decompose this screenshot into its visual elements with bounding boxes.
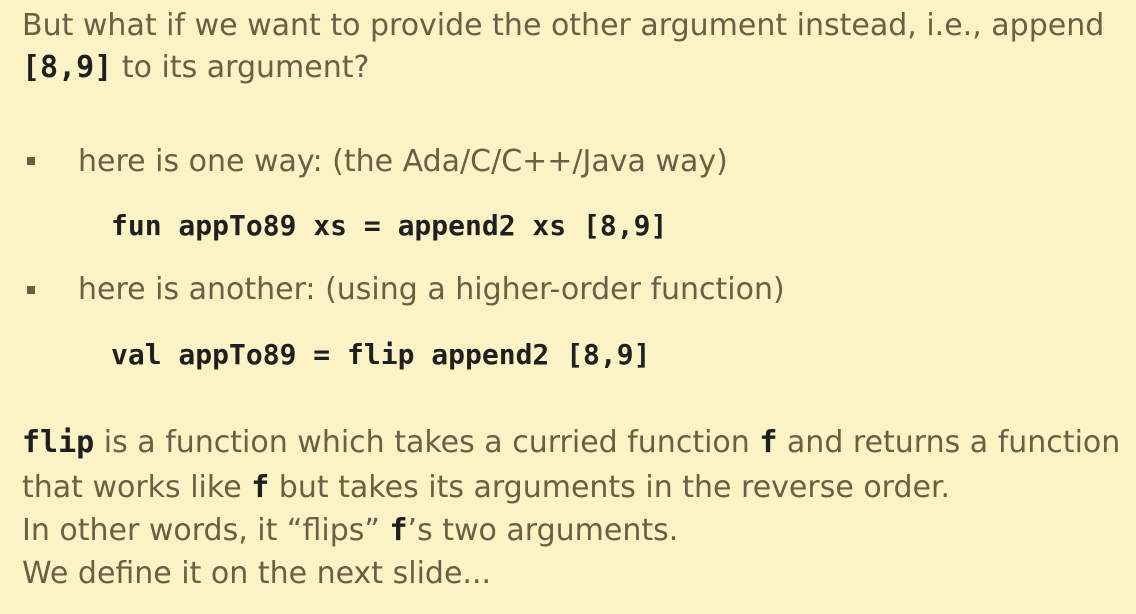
outro-line-2-text-a: that works like [22,470,252,505]
code-f: f [389,513,408,548]
outro-line-2: that works like f but takes its argument… [22,467,950,509]
code-f: f [759,425,778,460]
bullet-marker-1 [27,157,35,165]
outro-line-2-text-b: but takes its arguments in the reverse o… [269,470,951,505]
outro-line-1-text-b: and returns a function [777,425,1121,460]
intro-line-2-text: to its argument? [112,50,370,85]
bullet-text-1: here is one way: (the Ada/C/C++/Java way… [78,144,728,179]
outro-line-4: We define it on the next slide... [22,556,492,591]
code-example-1: fun appTo89 xs = append2 xs [8,9] [111,209,668,242]
outro-line-1-text-a: is a function which takes a curried func… [94,425,760,460]
outro-line-3: In other words, it “flips” f’s two argum… [22,510,678,552]
intro-line-1: But what if we want to provide the other… [22,8,1105,43]
outro-line-3-text-a: In other words, it “flips” [22,513,390,548]
code-example-2: val appTo89 = flip append2 [8,9] [111,338,651,371]
intro-line-2: [8,9] to its argument? [22,47,369,89]
code-literal-list: [8,9] [22,50,113,85]
bullet-marker-2 [27,286,35,294]
code-f: f [251,470,270,505]
bullet-text-2: here is another: (using a higher-order f… [78,272,785,307]
outro-line-3-text-b: ’s two arguments. [407,513,679,548]
code-flip: flip [22,425,95,460]
slide: But what if we want to provide the other… [0,0,1136,614]
outro-line-1: flip is a function which takes a curried… [22,422,1120,464]
